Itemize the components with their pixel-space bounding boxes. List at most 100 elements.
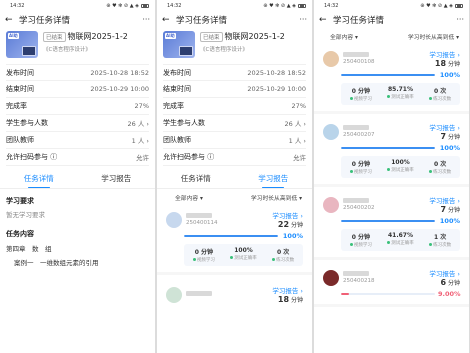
student-card[interactable]: 250400108 学习报告 › 18 分钟 100% 0 分钟 视频学习 85.71% 测试… <box>319 45 464 108</box>
tab-task-detail[interactable]: 任务详情 <box>0 173 78 189</box>
video-label: 视频学习 <box>353 243 372 248</box>
study-report-link[interactable]: 学习报告 › <box>429 195 460 205</box>
back-icon[interactable]: ← <box>319 15 333 25</box>
student-name-blurred <box>343 198 369 203</box>
row-allow-scan: 允许扫码参与 ⓘ 允许 <box>6 149 149 166</box>
student-id: 250400202 <box>343 205 375 211</box>
study-minutes: 22 <box>277 220 290 229</box>
student-id: 250400114 <box>186 220 218 226</box>
status-badge: 已结束 <box>43 31 66 42</box>
progress-bar <box>341 146 435 150</box>
avatar <box>166 286 182 303</box>
sort-dropdown[interactable]: 学习时长从高到低 ▾ <box>408 32 459 41</box>
progress-value: 9.00% <box>438 290 461 298</box>
content-title: 任务内容 <box>6 230 34 238</box>
progress-bar <box>341 292 435 296</box>
more-icon[interactable]: ··· <box>299 15 307 24</box>
progress-row: 100% <box>341 144 460 152</box>
student-name-blurred <box>186 291 212 296</box>
content-filter-dropdown[interactable]: 全部内容 ▾ <box>330 32 358 41</box>
row-end-time: 结束时间 2025-10-29 10:00 <box>6 81 149 98</box>
content-chapter: 第四章 数 组 <box>6 245 52 253</box>
back-icon[interactable]: ← <box>5 15 19 25</box>
progress-bar <box>341 73 435 77</box>
row-student-count[interactable]: 学生参与人数 26 人 › <box>6 115 149 132</box>
tab-study-report[interactable]: 学习报告 <box>78 173 156 188</box>
student-id: 250400218 <box>343 278 375 284</box>
progress-fill <box>184 234 278 238</box>
progress-fill <box>341 292 350 296</box>
row-completion-rate: 完成率 27% <box>163 98 306 115</box>
student-card[interactable]: 250400218 学习报告 › 6 分钟 9.00% <box>319 264 464 301</box>
status-bar: 14:32 ⊕ ♥ ✻ ⊘ ▲ ◈ <box>314 0 469 11</box>
more-icon[interactable]: ··· <box>142 15 150 24</box>
thumbnail-badge: AI助 <box>165 33 176 39</box>
card-divider <box>314 304 469 307</box>
student-id: 250400108 <box>343 59 375 65</box>
progress-bar <box>184 234 278 238</box>
page-title: 学习任务详情 <box>19 15 71 26</box>
video-time: 0 分钟 <box>351 88 370 95</box>
avatar <box>323 196 339 213</box>
study-report-link[interactable]: 学习报告 › <box>429 122 460 132</box>
row-allow-scan: 允许扫码参与 ⓘ 允许 <box>163 149 306 166</box>
study-report-link[interactable]: 学习报告 › <box>272 285 303 295</box>
back-icon[interactable]: ← <box>162 15 176 25</box>
progress-bar <box>341 219 435 223</box>
requirements-text: 暂无学习要求 <box>6 211 45 219</box>
task-info-list: 发布时间 2025-10-28 18:52 结束时间 2025-10-29 10:0… <box>157 64 312 166</box>
progress-row: 100% <box>341 71 460 79</box>
content-case[interactable]: 案例一 一维数组元素的引用 <box>0 257 155 267</box>
content-filter-dropdown[interactable]: 全部内容 ▾ <box>175 193 203 202</box>
student-card-partial[interactable]: 学习报告 › 18 分钟 <box>162 279 307 307</box>
task-info-list: 发布时间 2025-10-28 18:52 结束时间 2025-10-29 10:0… <box>0 64 155 166</box>
student-card[interactable]: 250400207 学习报告 › 7 分钟 100% 0 分钟 视频学习 100% 测试正确率… <box>319 118 464 181</box>
progress-value: 100% <box>439 71 460 79</box>
study-report-link[interactable]: 学习报告 › <box>429 49 460 59</box>
course-name: 《C语言程序设计》 <box>200 47 248 53</box>
avatar <box>323 50 339 67</box>
status-time: 14:32 <box>324 2 339 9</box>
battery-icon <box>298 3 306 8</box>
student-report-list: 250400108 学习报告 › 18 分钟 100% 0 分钟 视频学习 85.71% 测试… <box>314 45 469 307</box>
filter-bar: 全部内容 ▾ 学习时长从高到低 ▾ <box>314 28 469 41</box>
study-report-link[interactable]: 学习报告 › <box>272 210 303 220</box>
tab-bar: 任务详情 学习报告 <box>0 172 155 189</box>
status-bar: 14:32 ⊕ ♥ ✻ ⊘ ▲ ◈ <box>157 0 312 11</box>
help-icon[interactable]: ⓘ <box>50 153 57 161</box>
test-label: 测试正确率 <box>391 241 414 246</box>
sort-dropdown[interactable]: 学习时长从高到低 ▾ <box>251 193 302 202</box>
video-time: 0 分钟 <box>351 161 370 168</box>
screen-task-detail: 14:32 ⊕ ♥ ✻ ⊘ ▲ ◈ ← 学习任务详情 ··· AI助 已结束 物联… <box>0 0 155 353</box>
row-publish-time: 发布时间 2025-10-28 18:52 <box>6 64 149 81</box>
study-report-link[interactable]: 学习报告 › <box>429 268 460 278</box>
task-name: 物联网2025-1-2 <box>67 32 128 41</box>
progress-row: 9.00% <box>341 290 461 298</box>
practice-count: 1 次 <box>434 234 447 241</box>
status-icons: ⊕ ♥ ✻ ⊘ ▲ ◈ <box>263 2 296 9</box>
status-icons: ⊕ ♥ ✻ ⊘ ▲ ◈ <box>106 2 139 9</box>
row-team-teachers[interactable]: 团队教师 1 人 › <box>163 132 306 149</box>
help-icon[interactable]: ⓘ <box>207 153 214 161</box>
practice-count: 0 次 <box>277 249 290 256</box>
practice-label: 练习次数 <box>433 243 452 248</box>
course-name: 《C语言程序设计》 <box>43 47 91 53</box>
student-card[interactable]: 250400114 学习报告 › 22 分钟 100% 0 分钟 视频学习 100% 测试正确… <box>162 206 307 269</box>
test-accuracy: 100% <box>234 247 253 254</box>
stats-panel: 0 分钟 视频学习 100% 测试正确率 0 次练习次数 <box>341 156 460 178</box>
progress-row: 100% <box>341 217 460 225</box>
study-minutes: 18 <box>434 59 447 68</box>
avatar <box>323 269 339 286</box>
avatar <box>166 211 182 228</box>
filter-bar: 全部内容 ▾ 学习时长从高到低 ▾ <box>157 189 312 202</box>
card-divider <box>314 257 469 260</box>
row-team-teachers[interactable]: 团队教师 1 人 › <box>6 132 149 149</box>
tab-study-report[interactable]: 学习报告 <box>235 173 313 189</box>
practice-count: 0 次 <box>434 88 447 95</box>
more-icon[interactable]: ··· <box>456 15 464 24</box>
status-icons: ⊕ ♥ ✻ ⊘ ▲ ◈ <box>420 2 453 9</box>
student-name-blurred <box>343 52 369 57</box>
row-student-count[interactable]: 学生参与人数 26 人 › <box>163 115 306 132</box>
tab-task-detail[interactable]: 任务详情 <box>157 173 235 188</box>
student-card[interactable]: 250400202 学习报告 › 7 分钟 100% 0 分钟 视频学习 41.67% 测试正… <box>319 191 464 254</box>
